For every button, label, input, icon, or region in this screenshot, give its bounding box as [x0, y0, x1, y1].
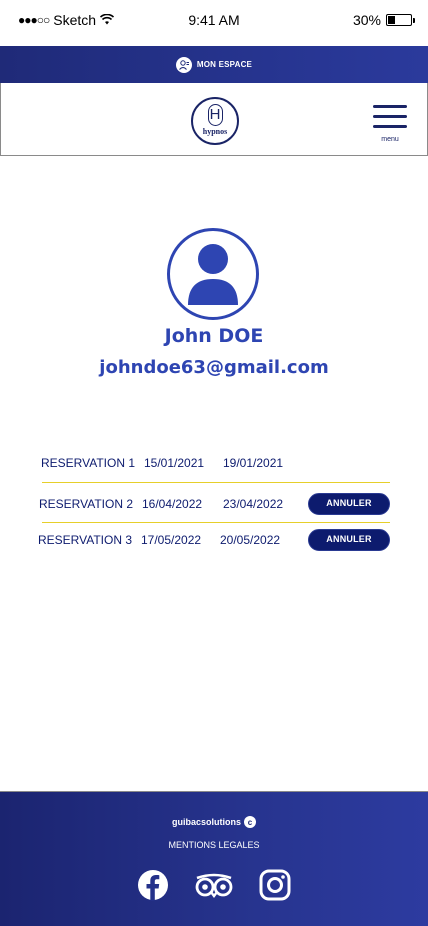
reservation-divider — [42, 482, 390, 483]
battery-info: 30% — [352, 12, 415, 28]
user-avatar-icon — [167, 228, 259, 320]
site-footer: guibacsolutions c MENTIONS LEGALES — [0, 791, 428, 926]
site-header: H hypnos menu — [0, 83, 428, 156]
reservation-row: RESERVATION 1 15/01/2021 19/01/2021 — [0, 452, 428, 476]
logo-letter: H — [207, 104, 223, 126]
reservation-start-date: 16/04/2022 — [142, 497, 203, 511]
reservation-label: RESERVATION 3 — [38, 533, 133, 547]
hamburger-icon — [373, 105, 407, 108]
profile-email: johndoe63@gmail.com — [99, 357, 329, 378]
reservation-start-date: 15/01/2021 — [144, 456, 205, 470]
status-bar: ●●●○○ Sketch 9:41 AM 30% — [0, 0, 428, 40]
cancel-reservation-button[interactable]: ANNULER — [308, 493, 390, 515]
my-space-link[interactable]: MON ESPACE — [0, 46, 428, 83]
reservation-row: RESERVATION 3 17/05/2022 20/05/2022 ANNU… — [0, 529, 428, 553]
reservation-start-date: 17/05/2022 — [141, 533, 202, 547]
reservation-label: RESERVATION 2 — [39, 497, 134, 511]
copyright-icon: c — [244, 816, 256, 828]
reservation-end-date: 19/01/2021 — [223, 456, 284, 470]
facebook-icon[interactable] — [136, 868, 170, 902]
battery-icon — [386, 14, 415, 26]
cancel-reservation-button[interactable]: ANNULER — [308, 529, 390, 551]
footer-brand-name: guibacsolutions — [171, 817, 241, 827]
user-icon — [175, 56, 192, 73]
tripadvisor-icon[interactable] — [194, 868, 234, 902]
battery-percent: 30% — [352, 12, 381, 28]
reservation-label: RESERVATION 1 — [41, 456, 136, 470]
logo-text: hypnos — [202, 127, 228, 136]
reservation-end-date: 23/04/2022 — [223, 497, 284, 511]
hypnos-logo[interactable]: H hypnos — [191, 97, 239, 145]
reservation-row: RESERVATION 2 16/04/2022 23/04/2022 ANNU… — [0, 493, 428, 517]
my-space-label: MON ESPACE — [196, 60, 253, 69]
profile-name: John DOE — [164, 325, 264, 347]
legal-notice-link[interactable]: MENTIONS LEGALES — [0, 840, 428, 850]
menu-label: menu — [381, 136, 399, 143]
reservation-divider — [42, 522, 390, 523]
reservation-end-date: 20/05/2022 — [220, 533, 281, 547]
menu-button[interactable]: menu — [373, 105, 407, 145]
footer-brand: guibacsolutions c — [0, 816, 428, 828]
instagram-icon[interactable] — [258, 868, 292, 902]
